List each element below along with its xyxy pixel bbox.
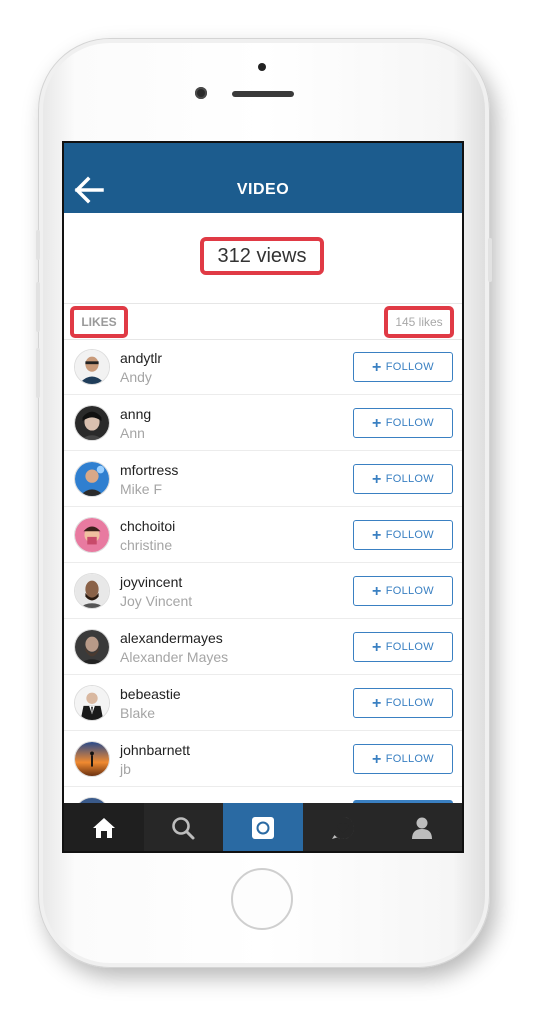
likes-label: LIKES <box>70 306 128 338</box>
search-icon <box>172 817 195 840</box>
follow-button[interactable]: + FOLLOW <box>353 352 453 382</box>
full-name: jb <box>120 761 131 777</box>
avatar[interactable] <box>74 461 110 497</box>
follow-button[interactable]: + FOLLOW <box>353 688 453 718</box>
username[interactable]: andytlr <box>120 350 162 366</box>
list-item[interactable]: anng Ann + FOLLOW <box>64 395 462 451</box>
full-name: Joy Vincent <box>120 593 193 609</box>
tab-home[interactable] <box>64 803 144 851</box>
username[interactable]: bebeastie <box>120 686 181 702</box>
follow-label: FOLLOW <box>385 361 434 373</box>
list-item[interactable]: mfortress Mike F + FOLLOW <box>64 451 462 507</box>
full-name: christine <box>120 537 173 553</box>
follow-button[interactable]: + FOLLOW <box>353 576 453 606</box>
profile-icon <box>412 817 433 839</box>
avatar[interactable] <box>74 685 110 721</box>
plus-icon: + <box>372 695 382 712</box>
username[interactable]: johnbarnett <box>120 742 190 758</box>
follow-button[interactable]: + FOLLOW <box>353 632 453 662</box>
side-button <box>36 230 40 260</box>
app-screen: VIDEO 312 views LIKES 145 likes andytlr … <box>62 141 464 853</box>
full-name: Mike F <box>120 481 162 497</box>
camera-icon <box>251 817 274 839</box>
list-item[interactable]: bebeastie Blake + FOLLOW <box>64 675 462 731</box>
plus-icon: + <box>372 583 382 600</box>
follow-label: FOLLOW <box>385 753 434 765</box>
divider <box>64 303 462 304</box>
full-name: Alexander Mayes <box>120 649 229 665</box>
home-icon <box>92 818 115 838</box>
follow-label: FOLLOW <box>385 529 434 541</box>
plus-icon: + <box>372 639 382 656</box>
username[interactable]: joyvincent <box>120 574 182 590</box>
follow-label: FOLLOW <box>385 417 434 429</box>
plus-icon: + <box>372 415 382 432</box>
tab-profile[interactable] <box>382 803 462 851</box>
full-name: Ann <box>120 425 145 441</box>
side-button <box>488 238 492 282</box>
camera-dot <box>258 63 266 71</box>
front-camera <box>195 87 207 99</box>
username[interactable]: alexandermayes <box>120 630 223 646</box>
avatar[interactable] <box>74 405 110 441</box>
list-item[interactable]: johnbarnett jb + FOLLOW <box>64 731 462 787</box>
username[interactable]: chchoitoi <box>120 518 175 534</box>
plus-icon: + <box>372 527 382 544</box>
tab-activity[interactable] <box>303 803 383 851</box>
activity-heart-icon <box>331 817 354 840</box>
avatar[interactable] <box>74 349 110 385</box>
earpiece-speaker <box>232 91 294 97</box>
list-item[interactable]: joyvincent Joy Vincent + FOLLOW <box>64 563 462 619</box>
list-item[interactable]: alexandermayes Alexander Mayes + FOLLOW <box>64 619 462 675</box>
avatar[interactable] <box>74 741 110 777</box>
plus-icon: + <box>372 471 382 488</box>
side-button <box>36 282 40 332</box>
follow-label: FOLLOW <box>385 641 434 653</box>
likes-count: 145 likes <box>384 306 454 338</box>
tab-search[interactable] <box>144 803 224 851</box>
follow-label: FOLLOW <box>385 473 434 485</box>
follow-button[interactable]: + FOLLOW <box>353 520 453 550</box>
top-nav-bar: VIDEO <box>64 143 462 213</box>
list-item[interactable]: andytlr Andy + FOLLOW <box>64 339 462 395</box>
likes-list: andytlr Andy + FOLLOW anng Ann + FOLLOW mf… <box>64 339 462 843</box>
plus-icon: + <box>372 751 382 768</box>
follow-button[interactable]: + FOLLOW <box>353 464 453 494</box>
avatar[interactable] <box>74 517 110 553</box>
avatar[interactable] <box>74 629 110 665</box>
plus-icon: + <box>372 359 382 376</box>
avatar[interactable] <box>74 573 110 609</box>
follow-label: FOLLOW <box>385 585 434 597</box>
side-button <box>36 348 40 398</box>
bottom-tab-bar <box>64 803 462 851</box>
tab-camera[interactable] <box>223 803 303 851</box>
follow-button[interactable]: + FOLLOW <box>353 744 453 774</box>
full-name: Blake <box>120 705 156 721</box>
follow-button[interactable]: + FOLLOW <box>353 408 453 438</box>
page-title: VIDEO <box>236 181 290 198</box>
username[interactable]: mfortress <box>120 462 178 478</box>
username[interactable]: anng <box>120 406 151 422</box>
home-button[interactable] <box>231 868 293 930</box>
list-item[interactable]: chchoitoi christine + FOLLOW <box>64 507 462 563</box>
follow-label: FOLLOW <box>385 697 434 709</box>
full-name: Andy <box>120 369 152 385</box>
views-count: 312 views <box>200 237 324 275</box>
